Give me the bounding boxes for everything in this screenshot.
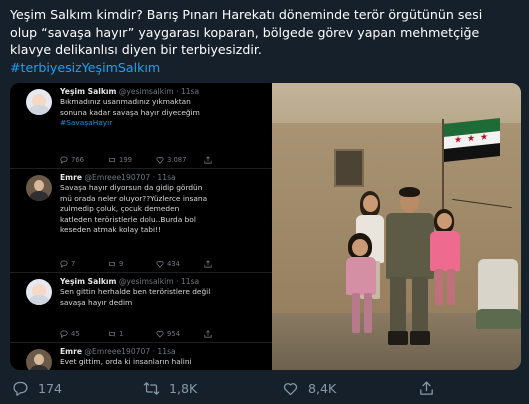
reply-count: 174 [38, 381, 63, 396]
share-icon [204, 156, 212, 164]
retweet-count: 1,8K [169, 381, 198, 396]
embedded-reply-count: 7 [71, 260, 76, 268]
man-avatar [26, 175, 52, 201]
embedded-author-handle: @yesimsalkim · 11sa [118, 87, 200, 96]
embedded-reply-count: 45 [71, 330, 80, 338]
retweet-icon [109, 157, 115, 163]
embedded-hashtag: #SavaşaHayır [60, 118, 113, 128]
tweet-text-line-2: olup “savaşa hayır” yaygarası koparan, b… [10, 24, 480, 40]
embedded-like-count: 954 [167, 330, 180, 338]
embedded-author-name: Yeşim Salkım [60, 87, 117, 96]
embedded-text-line: Sen gittin herhalde ben teröristlere değ… [60, 287, 211, 296]
retweet-icon [109, 331, 115, 337]
embedded-text-line: Savaşa hayır diyorsun da gidip gördün [60, 183, 203, 192]
embedded-author-name: Emre [60, 347, 82, 356]
embedded-tweet: Emre @Emreee190707 · 11sa Savaşa hayır d… [10, 169, 272, 273]
embedded-author-handle: @yesimsalkim · 11sa [118, 277, 200, 286]
man-avatar [26, 349, 52, 370]
share-icon [420, 381, 433, 395]
embedded-retweet-count: 199 [119, 156, 132, 164]
like-count: 8,4K [308, 381, 337, 396]
embedded-author-name: Yeşim Salkım [60, 277, 117, 286]
embedded-text-line: Bıkmadınız usanmadınız yıkmaktan [60, 97, 191, 106]
embedded-like-count: 434 [167, 260, 180, 268]
embedded-text-line: savaşa hayır dedim [60, 297, 133, 307]
baby-avatar [26, 89, 52, 115]
embedded-text-line: katleden teröristlerle dolu..Burda bol [60, 214, 196, 224]
heart-icon [156, 261, 164, 268]
soldier-with-children-photo: ★ ★ ★ [272, 83, 521, 370]
embedded-tweet: Yeşim Salkım @yesimsalkim · 11sa Sen git… [10, 273, 272, 343]
hashtag-link[interactable]: #terbiyesizYeşimSalkım [10, 59, 522, 77]
tweet-text: Yeşim Salkım kimdir? Barış Pınarı Hareka… [10, 6, 522, 76]
share-icon [204, 260, 212, 268]
reply-icon [13, 381, 28, 396]
tweet-text-line-3: klavye delikanlısı diyen bir terbiyesizd… [10, 42, 262, 57]
reply-icon [60, 330, 68, 338]
heart-icon [156, 331, 164, 338]
retweet-icon [143, 382, 160, 395]
heart-icon [283, 383, 298, 396]
embedded-text-line: Evet gittim, orda ki insanların halini [60, 357, 192, 366]
embedded-tweet: Emre @Emreee190707 · 11sa Evet gittim, o… [10, 343, 272, 370]
reply-icon [60, 260, 68, 268]
embedded-actions: 7 9 434 [60, 260, 252, 268]
tweet-media[interactable]: Yeşim Salkım @yesimsalkim · 11sa Bıkmadı… [10, 83, 521, 370]
flag-image: ★ ★ ★ [444, 118, 500, 162]
tweet-text-line-1: Yeşim Salkım kimdir? Barış Pınarı Hareka… [10, 7, 483, 22]
embedded-reply-count: 766 [71, 156, 84, 164]
embedded-retweet-count: 1 [119, 330, 124, 338]
share-button[interactable] [418, 380, 435, 397]
share-icon [204, 330, 212, 338]
embedded-retweet-count: 9 [119, 260, 124, 268]
reply-icon [60, 156, 68, 164]
embedded-text-line: mü orada neler oluyor??Yüzlerce insana [60, 193, 208, 203]
building-window [334, 149, 364, 187]
embedded-text-line: zulmedip çoluk, çocuk demeden [60, 204, 180, 214]
embedded-author-handle: @Emreee190707 · 11sa [84, 347, 176, 356]
heart-icon [156, 157, 164, 164]
tweet-actions-bar: 174 1,8K 8,4K [0, 380, 529, 404]
reply-button[interactable]: 174 [12, 380, 62, 397]
baby-avatar [26, 279, 52, 305]
embedded-author-handle: @Emreee190707 · 11sa [84, 173, 176, 182]
embedded-actions: 766 199 3.087 [60, 156, 252, 164]
retweet-button[interactable]: 1,8K [143, 380, 197, 397]
retweet-icon [109, 261, 115, 267]
embedded-screenshot: Yeşim Salkım @yesimsalkim · 11sa Bıkmadı… [10, 83, 272, 370]
embedded-author-name: Emre [60, 173, 82, 182]
embedded-tweet: Yeşim Salkım @yesimsalkim · 11sa Bıkmadı… [10, 83, 272, 169]
embedded-text-line: sonuna kadar savaşa hayır diyeceğim [60, 107, 200, 117]
embedded-like-count: 3.087 [167, 156, 187, 164]
embedded-actions: 45 1 954 [60, 330, 252, 338]
embedded-text-line: keseden atmak kolay tabi!! [60, 225, 161, 235]
like-button[interactable]: 8,4K [282, 380, 336, 397]
